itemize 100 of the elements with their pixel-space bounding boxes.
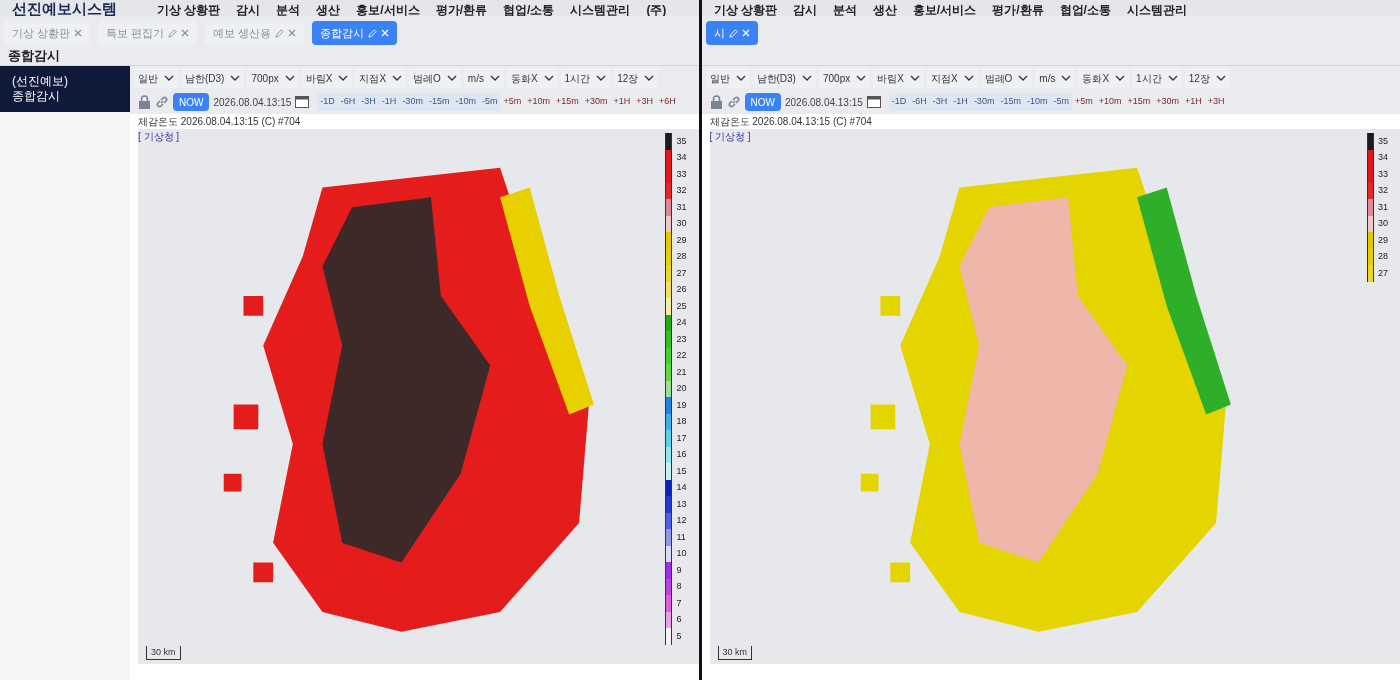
legend-label: 15 [676,464,687,478]
time-step-button[interactable]: +1H [1182,93,1205,111]
scale-bar: 30 km [717,645,752,660]
dropdown-select[interactable]: m/s [463,68,504,88]
time-step-button[interactable]: -3H [358,93,379,111]
legend-label: 23 [676,332,687,346]
time-step-button[interactable]: +10m [1095,93,1125,111]
dropdown-select[interactable]: 바림X [301,68,353,88]
dropdown-select[interactable]: 12장 [1184,68,1230,88]
nav-link[interactable]: 시스템관리 [1126,4,1187,16]
legend-label: 18 [676,415,687,428]
legend-label: 35 [676,134,687,148]
dropdown-select[interactable]: 700px [818,68,871,88]
map-caption: 체감온도 2026.08.04.13:15 (C) #704 [138,115,302,129]
time-step-button[interactable]: -1H [950,93,971,111]
nav-link[interactable]: 기상 상황판 [157,4,221,16]
time-step-button[interactable]: -15m [997,93,1024,111]
dropdown-select[interactable]: 지점X [926,68,978,88]
time-step-button[interactable]: +3H [633,93,656,111]
source-label: [ 기상청 ] [709,130,752,144]
dropdown-select[interactable]: 12장 [613,68,659,88]
dropdown-select[interactable]: 바림X [873,68,924,88]
nav-link[interactable]: (주) [646,4,667,16]
now-button[interactable]: NOW [173,93,210,111]
legend-label: 17 [676,431,687,445]
legend-label: 27 [676,266,687,280]
time-step-button[interactable]: -3H [929,93,951,111]
time-step-button[interactable]: +10m [524,93,553,111]
nav-link[interactable]: 홍보/서비스 [356,4,420,16]
time-step-button[interactable]: +15m [1124,93,1154,111]
legend-label: 13 [676,497,687,511]
dropdown-select[interactable]: 동화X [1078,68,1130,88]
nav-link[interactable]: 생산 [316,4,341,16]
legend-label: 14 [676,481,687,494]
time-step-button[interactable]: -1D [888,93,910,111]
legend-label: 10 [676,547,687,560]
nav-link[interactable]: 감시 [236,4,261,16]
time-step-button[interactable]: +3H [1204,93,1228,111]
nav-link[interactable]: 협업/소통 [503,4,555,16]
time-step-button[interactable]: -10m [1023,93,1051,111]
time-step-button[interactable]: -6H [909,93,930,111]
time-step-button[interactable]: -10m [452,93,479,111]
legend-label: 31 [1378,200,1388,214]
dropdown-select[interactable]: 700px [247,68,299,88]
tab[interactable]: 시 [705,21,758,45]
now-button[interactable]: NOW [744,93,781,111]
map-caption: 체감온도 2026.08.04.13:15 (C) #704 [709,115,873,129]
legend-label: 28 [1378,250,1388,263]
dropdown-select[interactable]: 1시간 [560,68,611,88]
legend-label: 8 [676,580,682,593]
time-step-button[interactable]: +6H [656,93,679,111]
time-step-button[interactable]: -5m [1050,93,1072,111]
dropdown-select[interactable]: 일반 [134,68,178,88]
nav-link[interactable]: 홍보/서비스 [912,4,977,16]
time-step-button[interactable]: +30m [1153,93,1182,111]
legend-label: 16 [676,448,687,461]
legend-label: 29 [1378,233,1388,247]
tab[interactable]: 종합감시 [312,21,398,45]
nav-link[interactable]: 평가/환류 [435,4,488,16]
legend-label: 27 [1378,266,1388,280]
timestamp-text: 2026.08.04.13:15 [784,95,863,110]
nav-link[interactable]: 분석 [276,4,301,16]
dropdown-select[interactable]: 동화X [506,68,558,88]
time-step-button[interactable]: -15m [425,93,453,111]
legend-label: 9 [676,563,682,577]
dropdown-select[interactable]: 일반 [705,68,750,88]
legend-label: 12 [676,514,687,527]
time-step-button[interactable]: -6H [337,93,359,111]
time-step-button[interactable]: -30m [399,93,426,111]
time-step-button[interactable]: +30m [581,93,611,111]
time-step-button[interactable]: -30m [970,93,998,111]
nav-link[interactable]: 분석 [832,4,857,16]
nav-link[interactable]: 평가/환류 [992,4,1044,16]
nav-link[interactable]: 시스템관리 [570,4,631,16]
legend-label: 26 [676,283,687,296]
dropdown-select[interactable]: 1시간 [1132,68,1182,88]
legend-label: 32 [1378,184,1388,197]
legend-label: 30 [1378,217,1388,230]
time-step-button[interactable]: +1H [610,93,634,111]
legend-label: 24 [676,316,687,329]
time-step-button[interactable]: -1H [378,93,400,111]
time-step-button[interactable]: -1D [317,93,338,111]
nav-link[interactable]: 생산 [872,4,897,16]
dropdown-select[interactable]: 남한(D3) [752,68,816,88]
legend-label: 34 [676,151,687,164]
time-step-button[interactable]: +15m [552,93,582,111]
nav-link[interactable]: 협업/소통 [1059,4,1111,16]
time-step-button[interactable]: -5m [478,93,501,111]
source-label: [ 기상청 ] [138,130,181,144]
nav-link[interactable]: 감시 [792,4,817,16]
legend-label: 30 [676,217,687,230]
dropdown-select[interactable]: m/s [1035,68,1076,88]
dropdown-select[interactable]: 범례O [980,68,1033,88]
time-step-button[interactable]: +5m [500,93,525,111]
nav-link[interactable]: 기상 상황판 [713,4,777,16]
dropdown-select[interactable]: 남한(D3) [181,68,245,88]
time-step-button[interactable]: +5m [1071,93,1096,111]
dropdown-select[interactable]: 지점X [355,68,407,88]
dropdown-select[interactable]: 범례O [409,68,461,88]
legend-label: 31 [676,200,687,214]
